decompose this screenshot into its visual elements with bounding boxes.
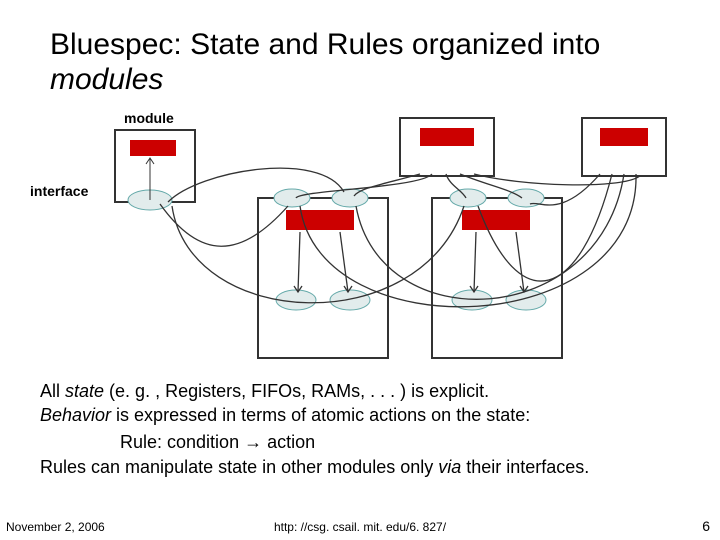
body3-rest: their interfaces. [461,457,589,477]
body3-italic: via [438,457,461,477]
module-right [432,189,562,358]
body-line-3: Rules can manipulate state in other modu… [40,456,680,479]
module-center [258,189,388,358]
body1-prefix: All [40,381,65,401]
footer-page-number: 6 [702,518,710,534]
body3-prefix: Rules can manipulate state in other modu… [40,457,438,477]
module-top-middle [400,118,494,176]
wires [160,168,640,307]
body1-italic: state [65,381,104,401]
body2-rest: is expressed in terms of atomic actions … [111,405,530,425]
label-interface: interface [30,183,88,199]
body-line-1: All state (e. g. , Registers, FIFOs, RAM… [40,380,680,403]
module-top-right [582,118,666,176]
module-diagram [0,0,720,370]
body1-rest: (e. g. , Registers, FIFOs, RAMs, . . . )… [104,381,489,401]
body2-italic: Behavior [40,405,111,425]
rule-line: Rule: condition → action [120,432,680,453]
body-line-2: Behavior is expressed in terms of atomic… [40,404,680,427]
rule-suffix: action [262,432,315,452]
rule-prefix: Rule: condition [120,432,244,452]
slide: Bluespec: State and Rules organized into… [0,0,720,540]
arrow-icon: → [244,432,262,452]
footer-url: http: //csg. csail. mit. edu/6. 827/ [0,520,720,534]
label-module: module [124,110,174,126]
module-top-left [115,130,195,210]
